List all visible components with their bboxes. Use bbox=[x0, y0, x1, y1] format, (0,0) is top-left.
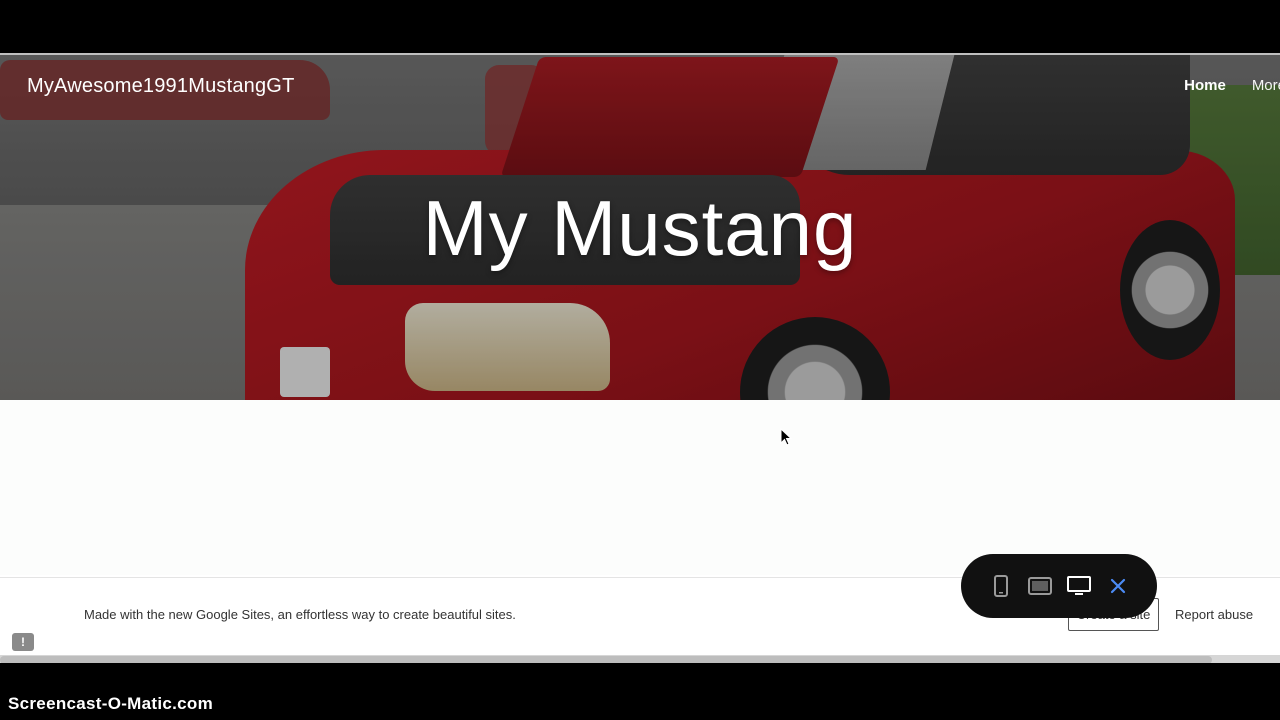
tablet-icon[interactable] bbox=[1024, 570, 1056, 602]
site-title[interactable]: MyAwesome1991MustangGT bbox=[27, 75, 295, 98]
nav-item-home[interactable]: Home bbox=[1184, 77, 1226, 94]
page-content bbox=[0, 400, 1280, 575]
phone-icon[interactable] bbox=[985, 570, 1017, 602]
screencast-watermark: Screencast-O-Matic.com bbox=[8, 694, 214, 713]
mouse-cursor-icon bbox=[780, 427, 793, 451]
made-with-text: Made with the new Google Sites, an effor… bbox=[84, 607, 516, 622]
close-icon[interactable] bbox=[1102, 570, 1134, 602]
report-abuse-link[interactable]: Report abuse bbox=[1175, 607, 1253, 622]
scrollbar-thumb[interactable] bbox=[0, 656, 1212, 663]
preview-device-bar bbox=[961, 554, 1157, 618]
nav-item-more[interactable]: More bbox=[1252, 77, 1280, 94]
hero-banner: MyAwesome1991MustangGT Home More My Must… bbox=[0, 55, 1280, 400]
horizontal-scrollbar[interactable] bbox=[0, 655, 1280, 663]
top-nav: Home More bbox=[1184, 77, 1280, 94]
page-title: My Mustang bbox=[422, 184, 858, 272]
desktop-icon[interactable] bbox=[1063, 570, 1095, 602]
feedback-icon[interactable]: ! bbox=[12, 633, 34, 651]
